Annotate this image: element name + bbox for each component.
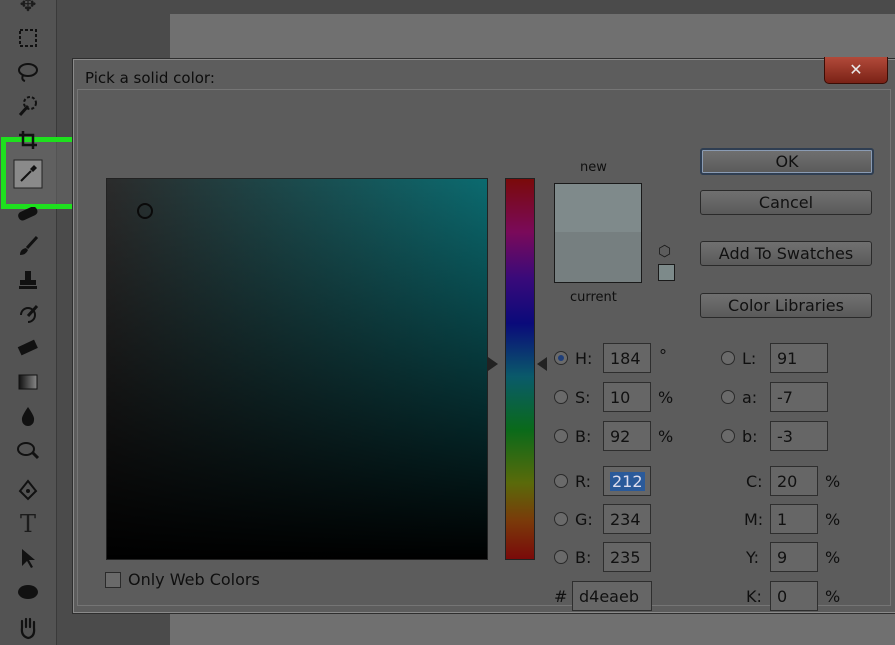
eyedropper-tool-icon[interactable] [12, 158, 44, 190]
color-libraries-button[interactable]: Color Libraries [700, 293, 872, 318]
blur-tool-icon[interactable] [12, 400, 44, 432]
input-r-selected-text: 212 [610, 472, 645, 491]
marquee-tool-icon[interactable] [12, 22, 44, 54]
label-y: Y: [746, 548, 760, 567]
lasso-tool-icon[interactable] [12, 56, 44, 88]
input-blue[interactable]: 235 [603, 542, 651, 572]
dodge-tool-icon[interactable] [12, 434, 44, 466]
tools-panel: ✥ T [0, 0, 89, 645]
eraser-tool-icon[interactable] [12, 332, 44, 364]
label-a: a: [742, 388, 758, 407]
input-c[interactable]: 20 [770, 466, 818, 496]
move-tool-icon[interactable]: ✥ [12, 0, 44, 20]
swatch-new-label: new [580, 160, 607, 175]
radio-l[interactable] [721, 351, 735, 365]
input-k[interactable]: 0 [770, 581, 818, 611]
clone-stamp-tool-icon[interactable] [12, 264, 44, 296]
only-web-colors-checkbox[interactable] [105, 572, 121, 588]
hue-slider[interactable] [505, 178, 535, 560]
radio-b[interactable] [554, 429, 568, 443]
dialog-title: Pick a solid color: [85, 69, 215, 87]
input-g[interactable]: 234 [603, 504, 651, 534]
radio-a[interactable] [721, 390, 735, 404]
unit-h: ° [659, 346, 667, 365]
unit-c: % [825, 472, 841, 491]
healing-brush-tool-icon[interactable] [12, 198, 44, 230]
input-r[interactable]: 212 [603, 466, 651, 496]
color-field[interactable] [106, 178, 488, 560]
web-safe-swatch[interactable] [658, 264, 675, 281]
add-to-swatches-button[interactable]: Add To Swatches [700, 241, 872, 266]
label-m: M: [744, 510, 764, 529]
color-picker-dialog: Pick a solid color: ✕ new current ⬡ OK C… [72, 57, 895, 614]
label-c: C: [746, 472, 763, 491]
unit-k: % [825, 587, 841, 606]
brush-tool-icon[interactable] [12, 230, 44, 262]
dialog-body: new current ⬡ OK Cancel Add To Swatches … [77, 89, 891, 611]
input-a[interactable]: -7 [770, 382, 828, 412]
label-k: K: [746, 587, 762, 606]
pen-tool-icon[interactable] [12, 474, 44, 506]
color-picker-marker[interactable] [137, 203, 153, 219]
input-b[interactable]: 92 [603, 421, 651, 451]
input-m[interactable]: 1 [770, 504, 818, 534]
cancel-button[interactable]: Cancel [700, 190, 872, 215]
crop-tool-icon[interactable] [12, 124, 44, 156]
radio-s[interactable] [554, 390, 568, 404]
label-l: L: [742, 349, 757, 368]
only-web-colors-label: Only Web Colors [128, 570, 260, 589]
unit-y: % [825, 548, 841, 567]
input-h[interactable]: 184 [603, 343, 651, 373]
label-g: G: [575, 510, 593, 529]
input-hex[interactable]: d4eaeb [572, 581, 652, 611]
radio-blue[interactable] [554, 550, 568, 564]
swatch-current-label: current [570, 290, 617, 305]
swatch-current[interactable] [555, 232, 641, 282]
input-l[interactable]: 91 [770, 343, 828, 373]
swatch-new [555, 184, 641, 232]
input-y[interactable]: 9 [770, 542, 818, 572]
unit-m: % [825, 510, 841, 529]
hue-slider-left-arrow-icon[interactable] [488, 357, 498, 371]
path-selection-tool-icon[interactable] [12, 542, 44, 574]
radio-lab-b[interactable] [721, 429, 735, 443]
label-blue: B: [575, 548, 592, 567]
label-hex: # [554, 587, 568, 606]
label-lab-b: b: [742, 427, 758, 446]
ellipse-tool-icon[interactable] [12, 576, 44, 608]
color-swatch [554, 183, 642, 283]
type-tool-icon[interactable]: T [12, 508, 44, 540]
unit-b: % [658, 427, 674, 446]
hand-tool-icon[interactable] [12, 612, 44, 644]
label-s: S: [575, 388, 591, 407]
gradient-tool-icon[interactable] [12, 366, 44, 398]
label-b: B: [575, 427, 592, 446]
close-button[interactable]: ✕ [824, 57, 888, 84]
radio-h[interactable] [554, 351, 568, 365]
quick-selection-tool-icon[interactable] [12, 90, 44, 122]
ok-button[interactable]: OK [700, 148, 874, 175]
history-brush-tool-icon[interactable] [12, 298, 44, 330]
radio-g[interactable] [554, 512, 568, 526]
label-h: H: [575, 349, 593, 368]
radio-r[interactable] [554, 474, 568, 488]
input-s[interactable]: 10 [603, 382, 651, 412]
label-r: R: [575, 472, 592, 491]
unit-s: % [658, 388, 674, 407]
out-of-gamut-cube-icon[interactable]: ⬡ [658, 242, 671, 260]
hue-slider-right-arrow-icon[interactable] [537, 357, 547, 371]
input-lab-b[interactable]: -3 [770, 421, 828, 451]
